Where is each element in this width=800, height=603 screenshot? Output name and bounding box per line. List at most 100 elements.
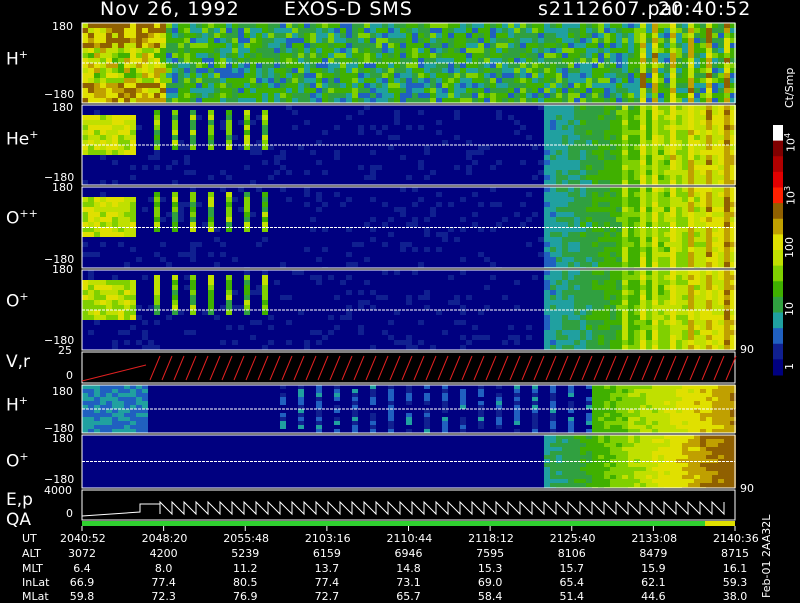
heatmap-cell [256,98,262,103]
heatmap-cell [556,315,562,320]
heatmap-cell [148,305,154,310]
heatmap-cell [652,58,658,63]
heatmap-cell [598,207,604,212]
heatmap-cell [646,33,652,38]
heatmap-cell [688,270,694,275]
heatmap-cell [688,409,694,413]
heatmap-cell [682,330,688,335]
heatmap-cell [568,417,574,421]
heatmap-cell [712,43,718,48]
heatmap-cell [586,53,592,58]
heatmap-cell [604,463,610,467]
heatmap-cell [376,130,382,135]
heatmap-cell [604,165,610,170]
heatmap-cell [616,262,622,267]
heatmap-cell [568,270,574,275]
heatmap-cell [718,285,724,290]
heatmap-cell [286,43,292,48]
heatmap-cell [106,98,112,103]
heatmap-cell [430,345,436,350]
heatmap-cell [544,115,550,120]
heatmap-cell [604,295,610,300]
heatmap-cell [664,197,670,202]
heatmap-cell [628,207,634,212]
heatmap-cell [598,93,604,98]
heatmap-cell [418,33,424,38]
heatmap-cell [430,207,436,212]
heatmap-cell [526,325,532,330]
heatmap-cell [262,63,268,68]
heatmap-cell [214,315,220,320]
heatmap-cell [718,325,724,330]
heatmap-cell [676,409,682,413]
heatmap-cell [670,285,676,290]
heatmap-cell [598,330,604,335]
heatmap-cell [178,207,184,212]
heatmap-cell [592,180,598,185]
heatmap-cell [640,305,646,310]
heatmap-cell [550,439,556,443]
heatmap-cell [82,78,88,83]
heatmap-cell [82,28,88,33]
heatmap-cell [544,33,550,38]
heatmap-cell [700,345,706,350]
heatmap-cell [586,135,592,140]
heatmap-cell [394,83,400,88]
heatmap-cell [646,479,652,483]
heatmap-cell [658,170,664,175]
heatmap-cell [628,275,634,280]
heatmap-cell [628,28,634,33]
heatmap-cell [550,413,556,417]
heatmap-cell [478,48,484,53]
heatmap-cell [298,270,304,275]
heatmap-cell [622,320,628,325]
heatmap-cell [670,401,676,405]
heatmap-cell [718,252,724,257]
heatmap-cell [100,212,106,217]
heatmap-cell [508,73,514,78]
heatmap-cell [622,463,628,467]
heatmap-cell [658,385,664,389]
heatmap-cell [472,78,478,83]
heatmap-cell [556,175,562,180]
heatmap-cell [592,421,598,425]
heatmap-cell [82,397,88,401]
heatmap-cell [592,125,598,130]
heatmap-cell [664,335,670,340]
heatmap-cell [694,405,700,409]
heatmap-cell [94,68,100,73]
heatmap-cell [388,417,394,421]
heatmap-cell [160,217,166,222]
heatmap-cell [412,345,418,350]
heatmap-cell [154,212,160,217]
heatmap-cell [322,43,328,48]
heatmap-cell [100,315,106,320]
heatmap-cell [208,120,214,125]
heatmap-cell [190,83,196,88]
heatmap-cell [616,187,622,192]
heatmap-cell [130,63,136,68]
heatmap-cell [610,479,616,483]
heatmap-cell [388,58,394,63]
heatmap-cell [526,98,532,103]
heatmap-cell [544,63,550,68]
heatmap-cell [550,417,556,421]
heatmap-cell [550,110,556,115]
heatmap-cell [550,78,556,83]
heatmap-cell [160,98,166,103]
heatmap-cell [634,180,640,185]
heatmap-cell [604,160,610,165]
heatmap-cell [82,310,88,315]
heatmap-cell [694,180,700,185]
heatmap-cell [694,222,700,227]
heatmap-cell [238,207,244,212]
heatmap-cell [628,63,634,68]
heatmap-cell [478,252,484,257]
heatmap-cell [562,479,568,483]
heatmap-cell [334,43,340,48]
heatmap-cell [298,93,304,98]
heatmap-cell [610,275,616,280]
heatmap-cell [286,295,292,300]
heatmap-cell [574,320,580,325]
heatmap-cell [334,155,340,160]
